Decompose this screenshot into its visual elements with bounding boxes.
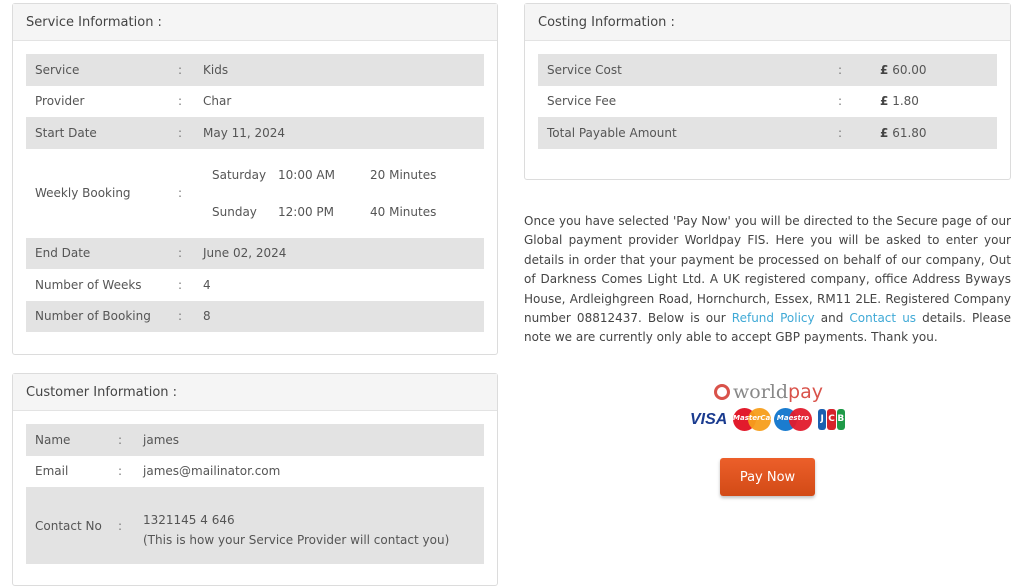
table-row-end-date: End Date : June 02, 2024 [26, 237, 484, 269]
contact-note: (This is how your Service Provider will … [143, 532, 450, 547]
costing-information-table: Service Cost : £ 60.00 Service Fee : £ 1… [538, 54, 997, 149]
worldpay-logo: world pay [714, 380, 823, 404]
service-information-table: Service : Kids Provider : Char Start Dat… [26, 54, 484, 332]
table-row-number-of-booking: Number of Booking : 8 [26, 300, 484, 332]
pound-symbol: £ [880, 125, 889, 140]
table-row-service: Service : Kids [26, 54, 484, 86]
row-separator: : [838, 117, 880, 149]
row-label: Weekly Booking [35, 186, 131, 200]
pound-symbol: £ [880, 62, 889, 77]
row-label: Service [26, 54, 178, 86]
row-value: £ 60.00 [880, 54, 997, 86]
pay-now-button[interactable]: Pay Now [720, 458, 815, 496]
table-row-contact: Contact No : 1321145 4 646 (This is how … [26, 487, 484, 564]
customer-information-table: Name : james Email : james@mailinator.co… [26, 424, 484, 564]
table-row-email: Email : james@mailinator.com [26, 456, 484, 488]
card-logos: VISA MasterCard Maestro J C B [690, 408, 845, 431]
row-label: Email [35, 464, 69, 479]
notice-text: and [814, 311, 850, 326]
row-label: Name [26, 424, 118, 456]
row-separator: : [838, 94, 843, 109]
contact-number: 1321145 4 646 [143, 512, 235, 527]
row-separator: : [178, 277, 183, 292]
customer-information-title: Customer Information : [13, 374, 497, 411]
table-row-number-of-weeks: Number of Weeks : 4 [26, 269, 484, 301]
row-separator: : [178, 117, 203, 149]
row-separator: : [118, 487, 143, 564]
costing-information-title: Costing Information : [525, 4, 1010, 41]
worldpay-pay-text: pay [788, 381, 823, 403]
costing-information-panel: Costing Information : Service Cost : £ 6… [524, 3, 1011, 180]
amount: 61.80 [892, 125, 927, 140]
row-label: Contact No [26, 487, 118, 564]
table-row-provider: Provider : Char [26, 86, 484, 118]
row-value: May 11, 2024 [203, 117, 484, 149]
service-information-panel: Service Information : Service : Kids Pro… [12, 3, 498, 355]
table-row-name: Name : james [26, 424, 484, 456]
payment-notice: Once you have selected 'Pay Now' you wil… [524, 212, 1011, 348]
row-label: Number of Weeks [35, 277, 142, 292]
row-separator: : [118, 424, 143, 456]
row-separator: : [178, 186, 183, 200]
row-value: Char [203, 94, 232, 109]
amount: 1.80 [892, 94, 919, 109]
row-separator: : [838, 54, 880, 86]
contact-value: 1321145 4 646 (This is how your Service … [143, 487, 484, 564]
row-value: £ 1.80 [880, 86, 997, 118]
refund-policy-link[interactable]: Refund Policy [732, 311, 815, 325]
table-row-total-payable: Total Payable Amount : £ 61.80 [538, 117, 997, 149]
row-separator: : [178, 54, 203, 86]
row-separator: : [178, 94, 183, 109]
row-separator: : [118, 464, 123, 479]
row-value: 4 [203, 277, 211, 292]
row-label: Provider [35, 94, 85, 109]
row-value: June 02, 2024 [203, 237, 484, 269]
row-value: 8 [203, 300, 484, 332]
row-value: james@mailinator.com [143, 464, 281, 479]
table-row-weekly-booking: Weekly Booking : Saturday 10:00 AM 20 Mi… [26, 149, 484, 238]
row-label: Service Fee [547, 94, 617, 109]
amount: 60.00 [892, 62, 927, 77]
schedule-time: 10:00 AM [278, 167, 335, 182]
schedule-time: 12:00 PM [278, 204, 334, 219]
table-row-start-date: Start Date : May 11, 2024 [26, 117, 484, 149]
pound-symbol: £ [880, 94, 889, 109]
row-label: End Date [26, 237, 178, 269]
service-information-title: Service Information : [13, 4, 497, 41]
schedule-day: Saturday [212, 167, 267, 182]
worldpay-globe-icon [714, 384, 730, 400]
worldpay-text: world [733, 381, 789, 403]
customer-information-panel: Customer Information : Name : james Emai… [12, 373, 498, 586]
mastercard-icon: MasterCard [733, 408, 779, 431]
schedule-duration: 20 Minutes [370, 167, 437, 182]
jcb-icon: J C B [818, 409, 845, 430]
table-row-service-cost: Service Cost : £ 60.00 [538, 54, 997, 86]
notice-text: Once you have selected 'Pay Now' you wil… [524, 214, 1011, 326]
row-value: james [143, 424, 484, 456]
contact-us-link[interactable]: Contact us [849, 311, 916, 325]
row-value: £ 61.80 [880, 117, 997, 149]
row-separator: : [178, 237, 203, 269]
row-label: Service Cost [538, 54, 838, 86]
schedule-duration: 40 Minutes [370, 204, 437, 219]
row-label: Total Payable Amount [538, 117, 838, 149]
schedule-day: Sunday [212, 204, 257, 219]
maestro-icon: Maestro [774, 408, 812, 431]
payment-logos: world pay VISA MasterCard Maestro J C B [690, 380, 850, 435]
row-label: Start Date [26, 117, 178, 149]
row-label: Number of Booking [26, 300, 178, 332]
row-separator: : [178, 300, 203, 332]
visa-icon: VISA [690, 410, 728, 428]
weekly-schedule: Saturday 10:00 AM 20 Minutes Sunday 12:0… [203, 149, 484, 238]
row-value: Kids [203, 54, 484, 86]
table-row-service-fee: Service Fee : £ 1.80 [538, 86, 997, 118]
